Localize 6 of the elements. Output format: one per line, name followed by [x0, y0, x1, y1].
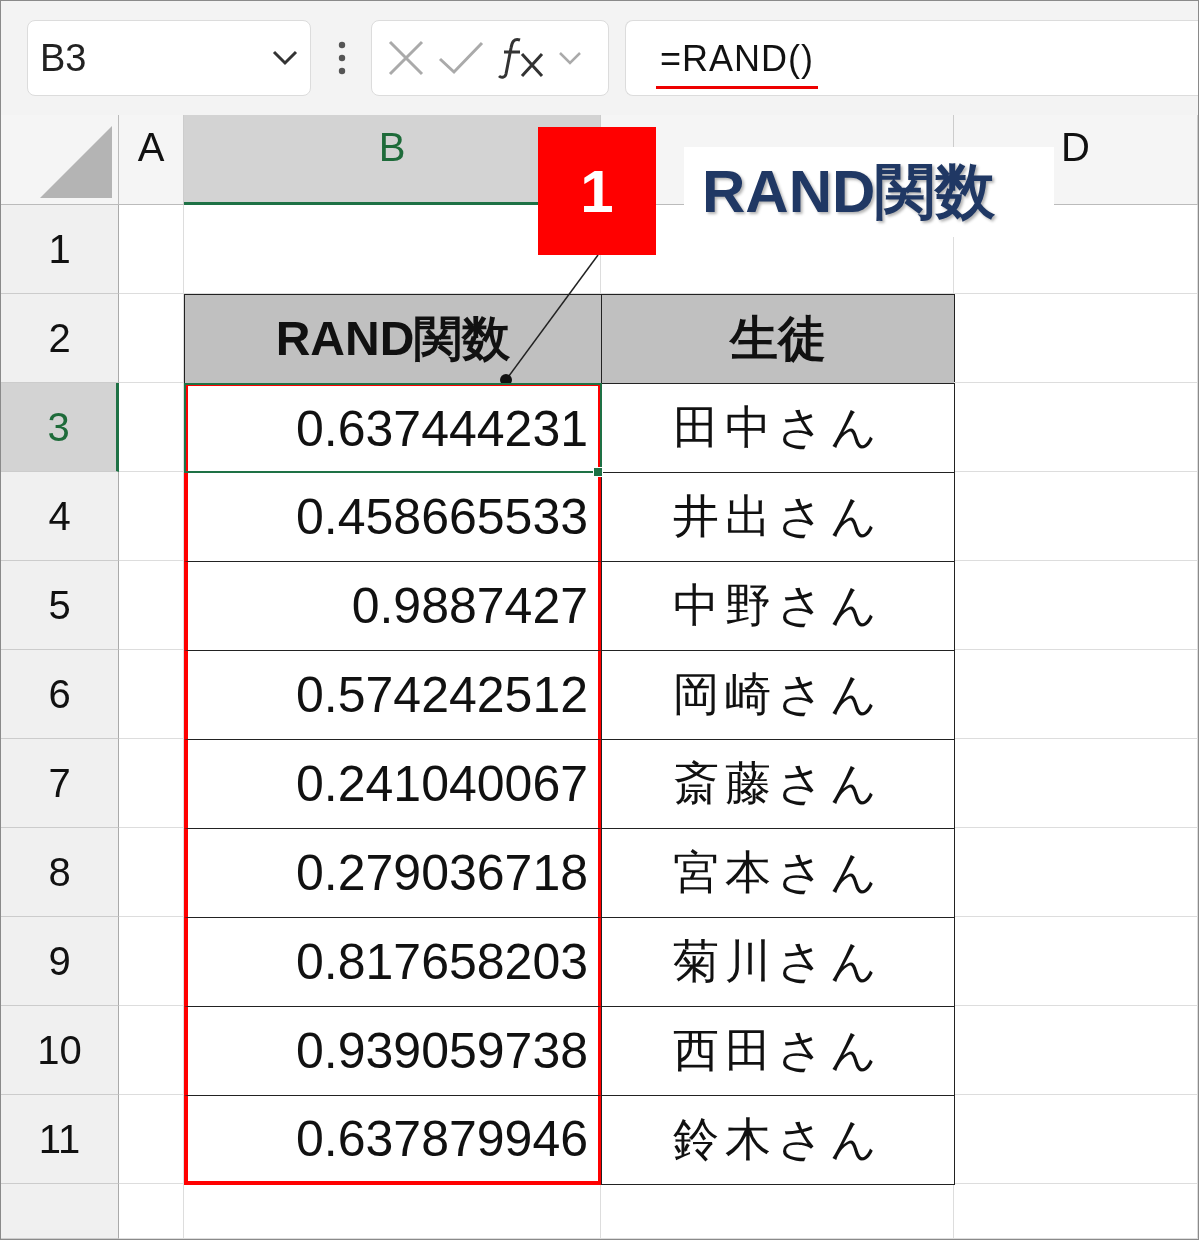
step-number-tooltip: 1 [538, 127, 656, 255]
callout-tooltip: RAND関数 [684, 147, 1054, 237]
cell-reference: B3 [40, 36, 87, 80]
formula-text: =RAND() [656, 37, 818, 89]
table-header: 生徒 [601, 294, 955, 384]
table-header: RAND関数 [184, 294, 602, 384]
